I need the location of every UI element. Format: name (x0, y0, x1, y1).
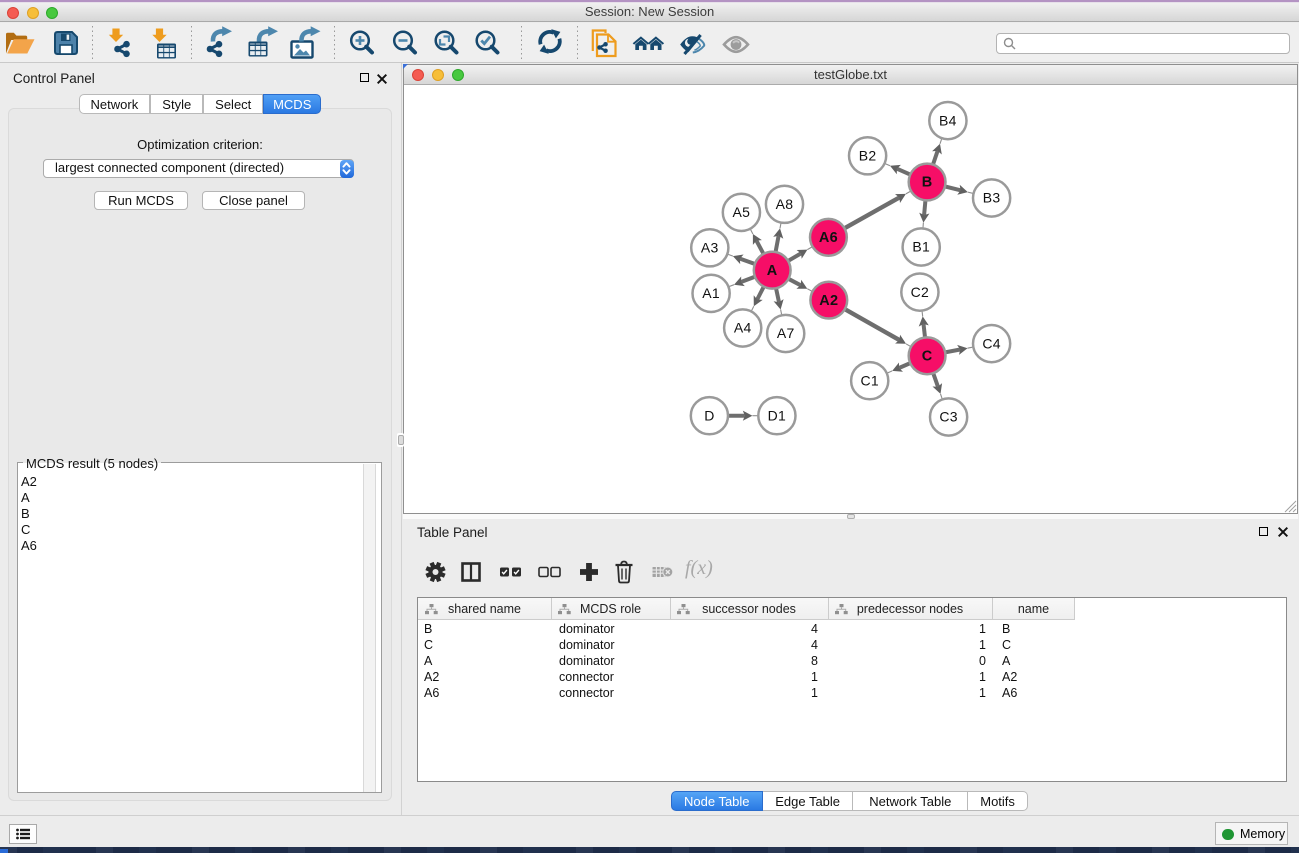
svg-text:B1: B1 (912, 239, 930, 255)
svg-text:D: D (704, 407, 714, 423)
svg-text:C3: C3 (939, 409, 958, 425)
svg-text:C: C (922, 349, 933, 365)
svg-text:A: A (767, 263, 778, 279)
svg-text:C4: C4 (982, 335, 1001, 351)
svg-text:A5: A5 (733, 204, 751, 220)
svg-text:A7: A7 (777, 325, 795, 341)
svg-text:A2: A2 (819, 293, 838, 309)
svg-text:A1: A1 (702, 285, 720, 301)
svg-text:A8: A8 (776, 196, 794, 212)
svg-text:D1: D1 (768, 407, 787, 423)
svg-text:A3: A3 (701, 240, 719, 256)
svg-text:A4: A4 (734, 320, 752, 336)
svg-text:A6: A6 (819, 230, 838, 246)
svg-text:B3: B3 (983, 190, 1001, 206)
svg-text:C2: C2 (911, 284, 930, 300)
svg-text:C1: C1 (860, 372, 879, 388)
svg-text:B2: B2 (859, 148, 877, 164)
svg-text:B: B (922, 175, 933, 191)
svg-text:B4: B4 (939, 112, 957, 128)
